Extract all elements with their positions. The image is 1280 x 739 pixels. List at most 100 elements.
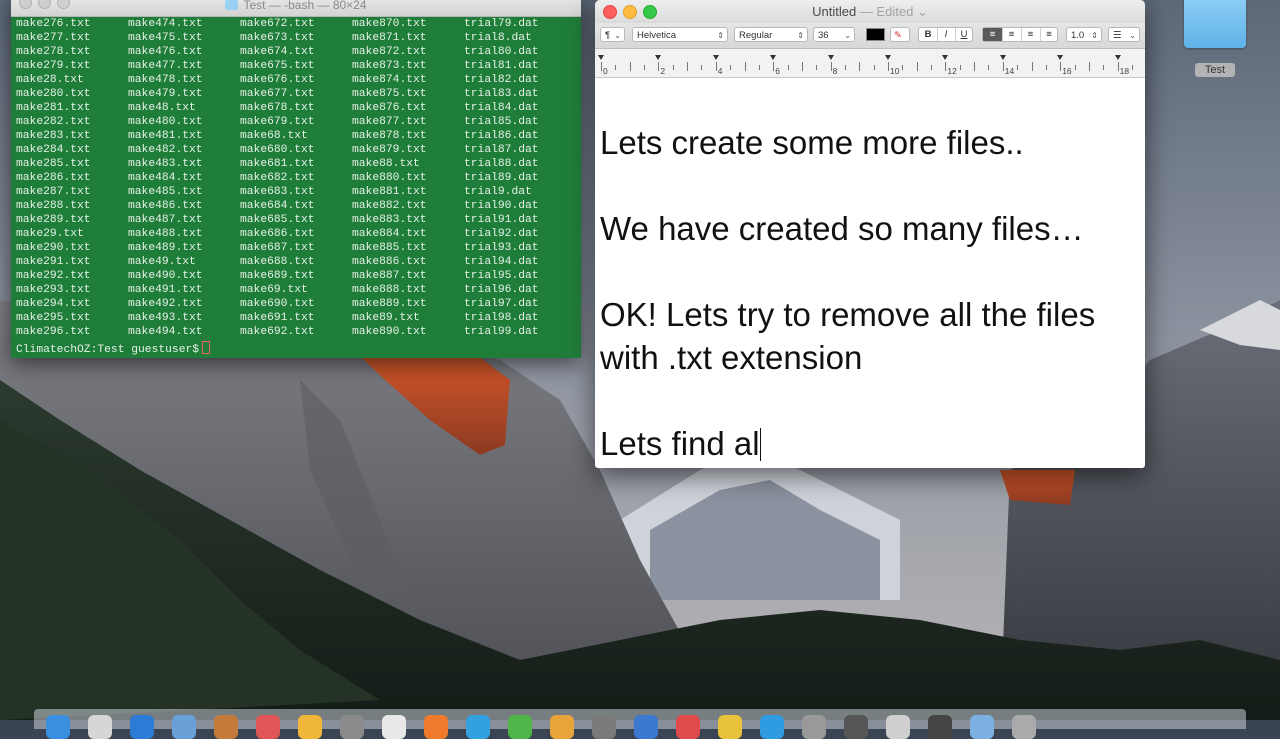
dock-app-icon[interactable] [886,715,910,739]
terminal-filename: make881.txt [352,186,427,198]
terminal-filename: make293.txt [16,284,91,296]
terminal-prompt-line[interactable]: ClimatechOZ:Test guestuser$ [16,341,211,357]
underline-button[interactable]: U [955,28,973,41]
dock-app-icon[interactable] [718,715,742,739]
terminal-filename: make673.txt [240,32,315,44]
tab-stop-marker[interactable] [827,55,834,60]
ruler-tick [859,62,861,71]
paragraph-styles-popup[interactable]: ¶ ⌄ [600,27,625,42]
tab-stop-marker[interactable] [770,55,777,60]
terminal-line: make293.txt make491.txt make69.txt make888.… [16,283,576,297]
terminal-filename: make880.txt [352,172,427,184]
dock-app-icon[interactable] [340,715,364,739]
dock-app-icon[interactable] [88,715,112,739]
textedit-titlebar[interactable]: Untitled — Edited ⌄ [595,0,1145,23]
dock-app-icon[interactable] [550,715,574,739]
desktop-folder-test[interactable]: Test [1180,0,1250,80]
ruler-tick [1088,62,1090,71]
color-swatch-icon[interactable] [866,28,885,41]
dock-app-icon[interactable] [592,715,616,739]
tab-stop-marker[interactable] [1057,55,1064,60]
align-left-icon[interactable]: ≡ [983,28,1003,41]
terminal-line: make294.txt make492.txt make690.txt make889… [16,297,576,311]
font-size-combo[interactable]: 36 ⌄ [813,27,855,42]
list-bullets-icon[interactable]: ☰ ⌄ [1108,27,1140,42]
dock-app-icon[interactable] [466,715,490,739]
terminal-filename: trial84.dat [464,102,539,114]
align-right-icon[interactable]: ≡ [1021,28,1041,41]
dock-app-icon[interactable] [130,715,154,739]
tab-stop-marker[interactable] [885,55,891,60]
line-spacing-popup[interactable]: 1.0 ⇕ [1066,27,1102,42]
tab-stop-marker[interactable] [999,55,1006,60]
ruler[interactable]: 0 2 4 6 8 10 12 14 16 18 [595,49,1145,78]
tab-stop-marker[interactable] [712,55,719,60]
dock-app-icon[interactable] [172,715,196,739]
tab-stop-marker[interactable] [655,55,662,60]
terminal-filename: make890.txt [352,326,427,338]
terminal-filename: make690.txt [240,298,315,310]
bold-button[interactable]: B [919,28,938,41]
ruler-number: 6 [775,66,780,76]
updown-arrows-icon: ⇕ [797,31,804,40]
tab-stop-marker[interactable] [598,55,604,60]
align-justify-icon[interactable]: ≡ [1040,28,1058,41]
terminal-line: make29.txt make488.txt make686.txt make884.… [16,227,576,241]
terminal-filename: trial96.dat [464,284,539,296]
ruler-number: 0 [603,66,608,76]
dock-app-icon[interactable] [970,715,994,739]
dock-app-icon[interactable] [676,715,700,739]
dock-app-icon[interactable] [256,715,280,739]
terminal-filename: make291.txt [16,256,91,268]
terminal-filename: make288.txt [16,200,91,212]
highlighter-icon[interactable]: ✎ [890,27,910,42]
dock-app-icon[interactable] [760,715,784,739]
terminal-filename: make486.txt [128,200,203,212]
ruler-tick [1017,65,1019,70]
terminal-line: make280.txt make479.txt make677.txt make875… [16,87,576,101]
font-family-popup[interactable]: Helvetica ⇕ [632,27,728,42]
document-title: Untitled [812,4,857,19]
dock-app-icon[interactable] [1012,715,1036,739]
format-bar: ¶ ⌄ Helvetica ⇕ Regular ⇕ 36 ⌄ ✎ B I U ≡ ≡ ≡… [595,23,1145,49]
terminal-filename: trial99.dat [464,326,539,338]
ruler-tick [931,65,933,70]
terminal-filename: make688.txt [240,256,315,268]
textedit-window[interactable]: Untitled — Edited ⌄ ¶ ⌄ Helvetica ⇕ Regula… [595,0,1145,468]
dock-app-icon[interactable] [844,715,868,739]
ruler-number: 8 [832,66,838,76]
terminal-filename: make287.txt [16,186,91,198]
dock-app-icon[interactable] [214,715,238,739]
italic-button[interactable]: I [937,28,956,41]
dock-app-icon[interactable] [298,715,322,739]
terminal-line: make285.txt make483.txt make681.txt make88.… [16,157,576,171]
ruler-tick [758,65,760,70]
terminal-filename: make888.txt [352,284,427,296]
dock-app-icon[interactable] [382,715,406,739]
ruler-tick [844,65,846,70]
terminal-window[interactable]: Test — -bash — 80×24 make276.txt make474.… [11,0,581,358]
terminal-filename: make678.txt [240,102,315,114]
terminal-titlebar[interactable]: Test — -bash — 80×24 [11,0,581,17]
ruler-tick [974,62,976,71]
dock-app-icon[interactable] [424,715,448,739]
terminal-filename: make276.txt [16,18,91,30]
ruler-tick [672,65,674,70]
ruler-tick [945,62,947,71]
dock-app-icon[interactable] [46,715,70,739]
dock-app-icon[interactable] [928,715,952,739]
tab-stop-marker[interactable] [942,55,949,60]
dock-app-icon[interactable] [508,715,532,739]
terminal-filename: make687.txt [240,242,315,254]
textedit-title[interactable]: Untitled — Edited ⌄ [595,4,1145,20]
terminal-filename: make679.txt [240,116,315,128]
terminal-filename: make289.txt [16,214,91,226]
desktop-folder-label: Test [1195,63,1235,77]
align-center-icon[interactable]: ≡ [1002,28,1022,41]
font-style-popup[interactable]: Regular ⇕ [734,27,808,42]
dock-app-icon[interactable] [634,715,658,739]
dock-app-icon[interactable] [802,715,826,739]
tab-stop-marker[interactable] [1114,55,1121,60]
terminal-line: make289.txt make487.txt make685.txt make883… [16,213,576,227]
document-body[interactable]: Lets create some more files.. We have cr… [600,78,1140,465]
